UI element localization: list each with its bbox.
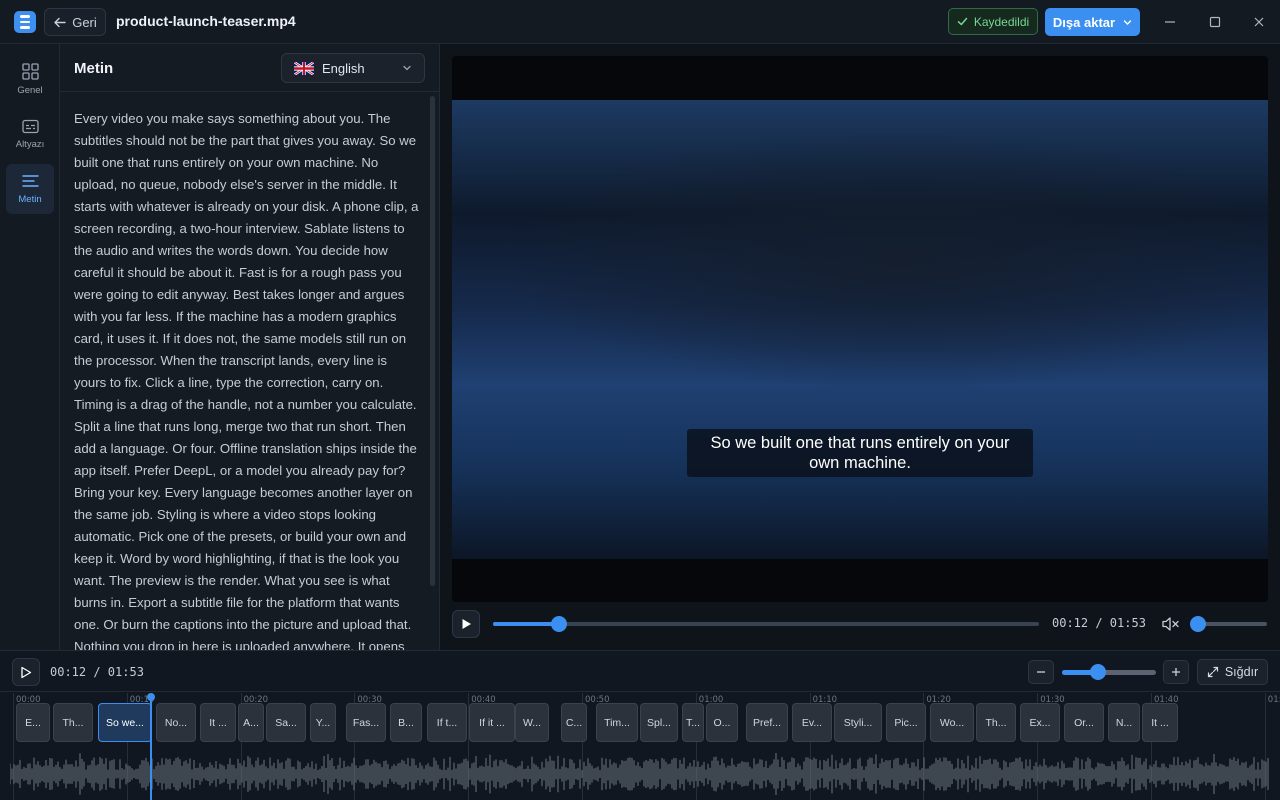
caption-clip[interactable]: If it ... — [469, 703, 515, 742]
video-preview[interactable]: So we built one that runs entirely on yo… — [452, 56, 1268, 602]
caption-clip[interactable]: It ... — [1142, 703, 1178, 742]
close-window-button[interactable] — [1248, 11, 1270, 33]
player-play-button[interactable] — [452, 610, 480, 638]
panel-title: Metin — [74, 60, 114, 77]
timeline-toolbar: 00:12 / 01:53 Sığdır — [0, 651, 1280, 692]
zoom-out-button[interactable] — [1028, 660, 1054, 684]
minimize-icon — [1165, 21, 1175, 23]
video-frame-image — [452, 100, 1268, 559]
rail-item-label: Genel — [17, 84, 43, 96]
fit-timeline-button[interactable]: Sığdır — [1197, 659, 1268, 685]
language-select[interactable]: English — [281, 53, 425, 83]
progress-fill — [493, 622, 559, 626]
expand-icon — [1207, 666, 1218, 678]
minimize-window-button[interactable] — [1159, 11, 1181, 33]
caption-clip[interactable]: Sa... — [266, 703, 306, 742]
fit-label: Sığdır — [1224, 665, 1259, 679]
caption-clip[interactable]: Fas... — [346, 703, 386, 742]
caption-clip[interactable]: So we... — [98, 703, 152, 742]
maximize-icon — [1209, 16, 1221, 28]
caption-clip[interactable]: Or... — [1064, 703, 1104, 742]
caption-clip[interactable]: T... — [682, 703, 704, 742]
maximize-window-button[interactable] — [1204, 11, 1226, 33]
file-title: product-launch-teaser.mp4 — [116, 13, 296, 29]
chevron-down-icon — [403, 65, 411, 71]
ruler-tick-label: 01:50 — [1267, 695, 1280, 705]
rail-item-general[interactable]: Genel — [6, 54, 54, 104]
back-label: Geri — [72, 14, 97, 30]
play-icon — [462, 619, 471, 629]
subtitle-overlay: So we built one that runs entirely on yo… — [687, 429, 1033, 477]
rail-item-text[interactable]: Metin — [6, 164, 54, 214]
transcript-scrollbar[interactable] — [430, 96, 435, 586]
progress-slider[interactable] — [493, 616, 1039, 632]
progress-knob[interactable] — [550, 616, 567, 632]
caption-clip[interactable]: Styli... — [834, 703, 882, 742]
captions-icon — [21, 119, 39, 133]
playhead[interactable] — [150, 698, 152, 800]
volume-muted-icon[interactable] — [1160, 614, 1180, 634]
caption-clip[interactable]: B... — [390, 703, 422, 742]
rail-item-label: Metin — [18, 193, 42, 205]
uk-flag-icon — [294, 61, 314, 75]
timeline: 00:12 / 01:53 Sığdır 00:00 00:10 00:20 00:3… — [0, 650, 1280, 800]
caption-clip[interactable]: Ev... — [792, 703, 832, 742]
zoom-slider[interactable] — [1062, 664, 1156, 680]
zoom-in-button[interactable] — [1163, 660, 1189, 684]
caption-clip[interactable]: Ex... — [1020, 703, 1060, 742]
close-icon — [1254, 17, 1264, 27]
rail-item-label: Altyazı — [15, 138, 45, 150]
export-label: Dışa aktar — [1052, 14, 1116, 30]
plus-icon — [1172, 668, 1180, 676]
transcript-text[interactable]: Every video you make says something abou… — [74, 108, 419, 650]
chevron-down-icon — [1123, 19, 1132, 25]
export-button[interactable]: Dışa aktar — [1045, 8, 1140, 36]
caption-clip[interactable]: N... — [1108, 703, 1140, 742]
caption-clip[interactable]: Spl... — [640, 703, 678, 742]
play-outline-icon — [21, 666, 32, 678]
caption-clip[interactable]: Th... — [53, 703, 93, 742]
saved-label: Kaydedildi — [973, 14, 1030, 29]
arrow-left-icon — [54, 17, 66, 27]
timeline-time-readout: 00:12 / 01:53 — [50, 665, 144, 679]
caption-clip[interactable]: W... — [515, 703, 549, 742]
caption-clip[interactable]: O... — [706, 703, 738, 742]
text-panel: Metin English Every video you make says … — [60, 44, 440, 650]
caption-clip[interactable]: Th... — [976, 703, 1016, 742]
back-button[interactable]: Geri — [44, 8, 106, 36]
timeline-play-button[interactable] — [12, 658, 40, 686]
caption-clip[interactable]: No... — [156, 703, 196, 742]
rail-item-subtitles[interactable]: Altyazı — [6, 109, 54, 159]
volume-slider[interactable] — [1190, 616, 1267, 632]
zoom-knob[interactable] — [1089, 664, 1106, 680]
caption-clip[interactable]: Y... — [310, 703, 336, 742]
volume-knob[interactable] — [1190, 616, 1206, 632]
title-bar: Geri product-launch-teaser.mp4 Kaydedild… — [0, 0, 1280, 44]
minus-icon — [1037, 671, 1045, 673]
player-time-readout: 00:12 / 01:53 — [1052, 616, 1146, 630]
caption-clip[interactable]: A... — [238, 703, 264, 742]
waveform-path — [10, 753, 1269, 795]
caption-clip[interactable]: Pref... — [746, 703, 788, 742]
saved-status-badge: Kaydedildi — [948, 8, 1038, 35]
caption-clip[interactable]: If t... — [427, 703, 467, 742]
check-icon — [957, 17, 968, 26]
caption-clip[interactable]: E... — [16, 703, 50, 742]
text-panel-header: Metin English — [60, 44, 440, 92]
grid-icon — [21, 62, 39, 80]
playhead-handle[interactable] — [147, 693, 155, 701]
language-value: English — [322, 60, 365, 76]
caption-clip[interactable]: C... — [561, 703, 587, 742]
video-area: So we built one that runs entirely on yo… — [441, 44, 1280, 650]
app-logo-icon — [14, 11, 36, 33]
caption-clip[interactable]: Tim... — [596, 703, 638, 742]
caption-clip[interactable]: It ... — [200, 703, 236, 742]
audio-waveform — [10, 753, 1269, 795]
text-lines-icon — [21, 174, 39, 187]
caption-clip[interactable]: Pic... — [886, 703, 926, 742]
left-nav-rail: Genel Altyazı Metin — [0, 44, 60, 650]
caption-clip[interactable]: Wo... — [930, 703, 974, 742]
